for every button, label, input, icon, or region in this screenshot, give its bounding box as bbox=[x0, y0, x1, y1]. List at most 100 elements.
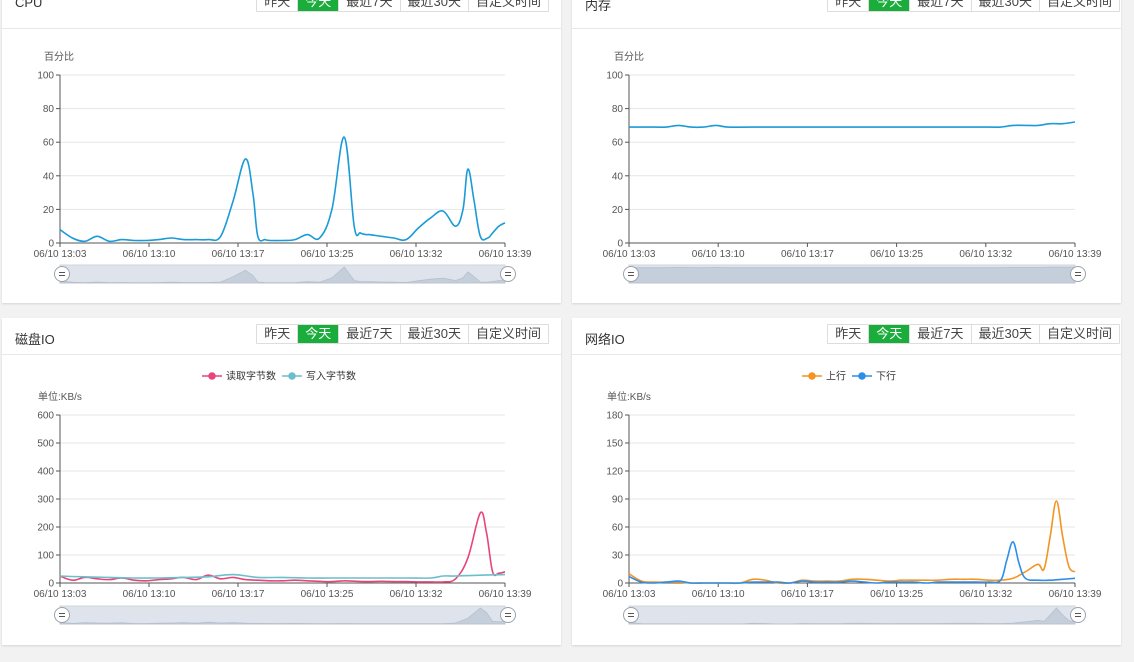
legend-label: 上行 bbox=[826, 370, 846, 383]
zoom-handle-left[interactable] bbox=[54, 266, 70, 282]
y-tick-label: 0 bbox=[617, 239, 623, 250]
disk-chart: 单位:KB/s 0 100 200 300 400 500 600 06/10 13:03 06/… bbox=[34, 370, 532, 625]
legend-marker bbox=[288, 372, 296, 380]
x-tick-label: 06/10 13:10 bbox=[692, 589, 745, 600]
series-line-1 bbox=[59, 573, 506, 579]
y-tick-label: 400 bbox=[37, 467, 54, 478]
x-tick-label: 06/10 13:03 bbox=[603, 249, 656, 260]
x-tick-label: 06/10 13:32 bbox=[959, 249, 1012, 260]
legend-marker bbox=[208, 372, 216, 380]
y-tick-label: 500 bbox=[37, 439, 54, 450]
zoom-handle-left[interactable] bbox=[623, 266, 639, 282]
y-tick-label: 0 bbox=[617, 579, 623, 590]
x-tick-label: 06/10 13:03 bbox=[34, 249, 87, 260]
y-tick-label: 20 bbox=[612, 205, 624, 216]
y-tick-label: 80 bbox=[43, 104, 55, 115]
network-chart: 单位:KB/s 0 30 60 90 120 150 180 06/10 13:03 06/10 … bbox=[603, 370, 1102, 625]
legend-marker bbox=[808, 372, 816, 380]
y-tick-label: 150 bbox=[606, 439, 623, 450]
x-tick-label: 06/10 13:25 bbox=[301, 249, 354, 260]
x-tick-label: 06/10 13:10 bbox=[692, 249, 745, 260]
y-tick-label: 100 bbox=[37, 71, 54, 82]
y-axis-unit-label: 单位:KB/s bbox=[38, 390, 82, 403]
y-tick-label: 20 bbox=[43, 205, 55, 216]
x-tick-label: 06/10 13:39 bbox=[1049, 589, 1102, 600]
zoom-handle-right[interactable] bbox=[1070, 607, 1086, 623]
y-tick-label: 60 bbox=[612, 138, 624, 149]
legend-label: 读取字节数 bbox=[226, 370, 276, 383]
x-tick-label: 06/10 13:39 bbox=[1049, 249, 1102, 260]
series-line-0 bbox=[59, 511, 506, 583]
charts-canvas: 百分比 0 20 40 60 80 100 06/10 13:03 06/10 13:10 06/… bbox=[34, 51, 1102, 625]
x-tick-label: 06/10 13:10 bbox=[123, 589, 176, 600]
zoom-handle-knob bbox=[54, 607, 70, 623]
zoom-handle-right[interactable] bbox=[1070, 266, 1086, 282]
zoom-handle-right[interactable] bbox=[500, 266, 516, 282]
legend-item: 读取字节数 bbox=[202, 370, 276, 383]
y-tick-label: 200 bbox=[37, 523, 54, 534]
x-tick-label: 06/10 13:25 bbox=[870, 249, 923, 260]
y-axis-unit-label: 百分比 bbox=[614, 51, 644, 63]
x-tick-label: 06/10 13:17 bbox=[212, 589, 265, 600]
legend-marker bbox=[858, 372, 866, 380]
y-axis-unit-label: 百分比 bbox=[44, 51, 74, 63]
y-tick-label: 60 bbox=[612, 523, 624, 534]
series-line bbox=[59, 136, 506, 243]
legend-item: 下行 bbox=[852, 370, 896, 383]
series-line-0 bbox=[628, 500, 1076, 585]
zoom-handle-knob bbox=[500, 607, 516, 623]
zoom-handle-knob bbox=[623, 266, 639, 282]
zoom-handle-knob bbox=[54, 266, 70, 282]
x-tick-label: 06/10 13:25 bbox=[870, 589, 923, 600]
x-tick-label: 06/10 13:39 bbox=[479, 249, 532, 260]
legend-label: 下行 bbox=[876, 370, 896, 383]
x-tick-label: 06/10 13:25 bbox=[301, 589, 354, 600]
y-axis-unit-label: 单位:KB/s bbox=[607, 390, 651, 403]
series-line-1 bbox=[628, 541, 1076, 584]
y-tick-label: 100 bbox=[37, 551, 54, 562]
x-tick-label: 06/10 13:03 bbox=[603, 589, 656, 600]
series-line bbox=[629, 121, 1076, 129]
x-tick-label: 06/10 13:39 bbox=[479, 589, 532, 600]
zoom-handle-knob bbox=[1070, 607, 1086, 623]
y-tick-label: 100 bbox=[606, 71, 623, 82]
zoom-handle-left[interactable] bbox=[623, 607, 639, 623]
y-tick-label: 40 bbox=[612, 171, 624, 182]
zoom-slider-track bbox=[628, 605, 1076, 625]
zoom-handle-left[interactable] bbox=[54, 607, 70, 623]
zoom-slider-track bbox=[59, 605, 506, 625]
y-tick-label: 90 bbox=[612, 495, 624, 506]
legend-item: 上行 bbox=[802, 370, 846, 383]
y-tick-label: 300 bbox=[37, 495, 54, 506]
zoom-slider bbox=[54, 605, 516, 625]
legend-item: 写入字节数 bbox=[282, 370, 356, 383]
y-tick-label: 120 bbox=[606, 467, 623, 478]
zoom-handle-right[interactable] bbox=[500, 607, 516, 623]
y-tick-label: 0 bbox=[48, 579, 54, 590]
x-tick-label: 06/10 13:17 bbox=[781, 249, 834, 260]
x-tick-label: 06/10 13:03 bbox=[34, 589, 87, 600]
y-tick-label: 600 bbox=[37, 411, 54, 422]
zoom-handle-knob bbox=[623, 607, 639, 623]
cpu-chart: 百分比 0 20 40 60 80 100 06/10 13:03 06/10 13:10 06/… bbox=[34, 51, 532, 284]
memory-chart: 百分比 0 20 40 60 80 100 06/10 13:03 06/10 13:10 06/… bbox=[603, 51, 1102, 284]
zoom-slider bbox=[54, 264, 516, 284]
zoom-slider bbox=[623, 264, 1086, 284]
y-tick-label: 30 bbox=[612, 551, 624, 562]
zoom-handle-knob bbox=[500, 266, 516, 282]
x-tick-label: 06/10 13:17 bbox=[212, 249, 265, 260]
zoom-handle-knob bbox=[1070, 266, 1086, 282]
y-tick-label: 60 bbox=[43, 138, 55, 149]
zoom-slider-preview bbox=[628, 266, 1076, 284]
y-tick-label: 180 bbox=[606, 411, 623, 422]
x-tick-label: 06/10 13:32 bbox=[390, 589, 443, 600]
x-tick-label: 06/10 13:17 bbox=[781, 589, 834, 600]
legend-label: 写入字节数 bbox=[306, 370, 356, 383]
x-tick-label: 06/10 13:32 bbox=[390, 249, 443, 260]
y-tick-label: 40 bbox=[43, 171, 55, 182]
x-tick-label: 06/10 13:10 bbox=[123, 249, 176, 260]
x-tick-label: 06/10 13:32 bbox=[959, 589, 1012, 600]
zoom-slider bbox=[623, 605, 1086, 625]
y-tick-label: 80 bbox=[612, 104, 624, 115]
y-tick-label: 0 bbox=[48, 239, 54, 250]
